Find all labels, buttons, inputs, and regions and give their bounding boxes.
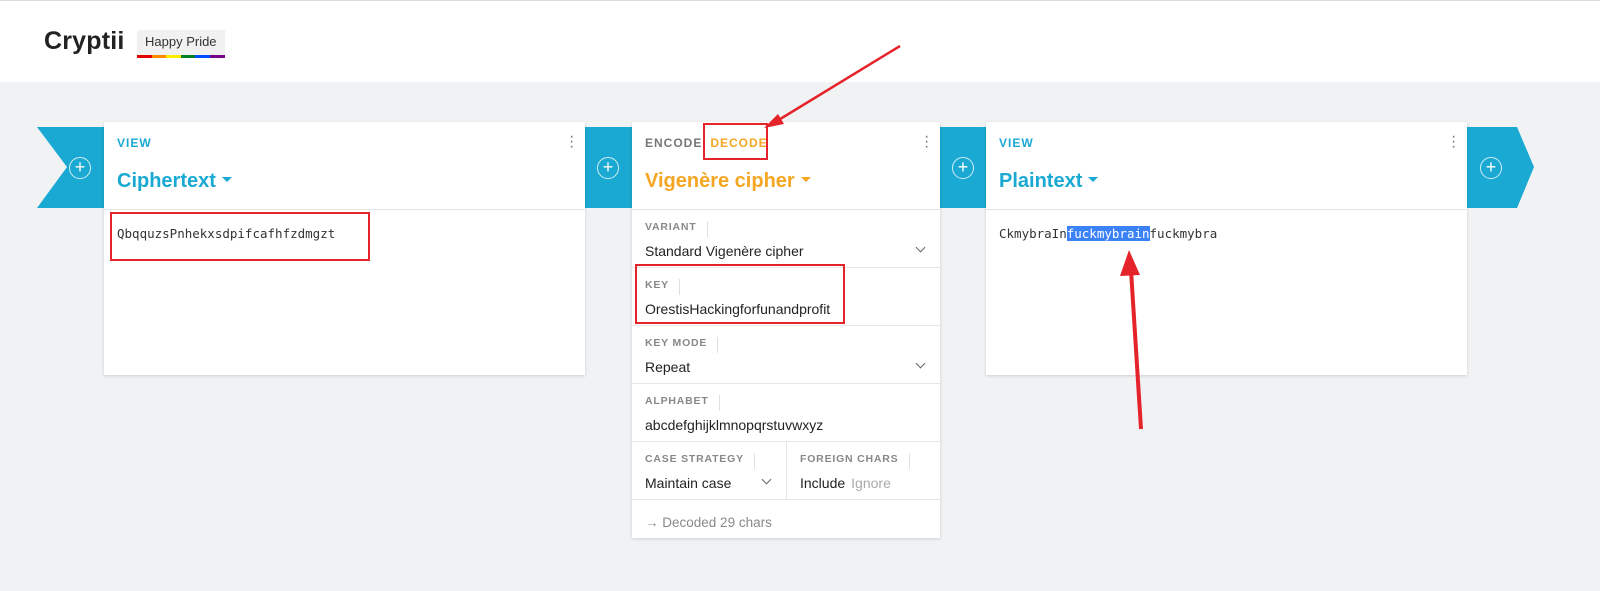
foreign-chars-options: Include Ignore bbox=[800, 475, 891, 491]
brick-selector[interactable]: Plaintext bbox=[999, 170, 1099, 193]
arrow-right-icon: → bbox=[645, 515, 659, 530]
pride-badge[interactable]: Happy Pride bbox=[137, 30, 225, 58]
setting-label: KEY MODE bbox=[645, 337, 719, 353]
tab-encode[interactable]: ENCODE bbox=[645, 136, 702, 150]
setting-value[interactable]: abcdefghijklmnopqrstuvwxyz bbox=[645, 417, 823, 433]
brick-title: Plaintext bbox=[999, 170, 1083, 192]
foreign-chars-toggle: FOREIGN CHARS Include Ignore bbox=[786, 442, 940, 500]
caret-down-icon bbox=[800, 177, 811, 183]
pipeline-workspace: + + + + VIEW · · · Ciphertext QbqquzsPnhek… bbox=[0, 82, 1600, 591]
variant-select[interactable]: VARIANT Standard Vigenère cipher bbox=[632, 210, 940, 268]
brick-title: Vigenère cipher bbox=[645, 170, 795, 192]
plaintext-selection: fuckmybrain bbox=[1066, 226, 1150, 241]
more-vert-icon[interactable]: · · · bbox=[569, 129, 574, 155]
brick-title: Ciphertext bbox=[117, 170, 216, 192]
setting-label: VARIANT bbox=[645, 221, 708, 237]
add-encoder-icon[interactable]: + bbox=[952, 157, 974, 179]
annotation-box-key bbox=[635, 264, 845, 324]
status-text: → Decoded 29 chars bbox=[645, 515, 772, 530]
chevron-down-icon bbox=[761, 474, 772, 485]
chevron-down-icon bbox=[915, 358, 926, 369]
brick-selector[interactable]: Vigenère cipher bbox=[645, 170, 811, 193]
caret-down-icon bbox=[1088, 177, 1099, 183]
setting-value: Maintain case bbox=[645, 475, 732, 491]
brick-selector[interactable]: Ciphertext bbox=[117, 170, 232, 193]
plaintext-view-card: VIEW · · · Plaintext CkmybraInfuckmybrainf… bbox=[986, 122, 1467, 375]
add-encoder-icon[interactable]: + bbox=[1480, 157, 1502, 179]
option-include[interactable]: Include bbox=[800, 475, 845, 491]
plaintext-output[interactable]: CkmybraInfuckmybrainfuckmybra bbox=[999, 226, 1217, 241]
setting-label: ALPHABET bbox=[645, 395, 720, 411]
card-header: VIEW · · · Plaintext bbox=[986, 122, 1467, 210]
tab-view[interactable]: VIEW bbox=[117, 136, 152, 150]
case-strategy-select[interactable]: CASE STRATEGY Maintain case bbox=[632, 442, 786, 500]
card-tabs: VIEW bbox=[117, 136, 160, 150]
setting-label: FOREIGN CHARS bbox=[800, 453, 910, 469]
tab-view[interactable]: VIEW bbox=[999, 136, 1034, 150]
more-vert-icon[interactable]: · · · bbox=[1451, 129, 1456, 155]
app-logo[interactable]: Cryptii bbox=[44, 27, 125, 56]
setting-value: Standard Vigenère cipher bbox=[645, 243, 804, 259]
chevron-down-icon bbox=[915, 242, 926, 253]
card-header: ENCODE DECODE · · · Vigenère cipher bbox=[632, 122, 940, 210]
setting-value: Repeat bbox=[645, 359, 691, 375]
card-tabs: VIEW bbox=[999, 136, 1042, 150]
setting-label: CASE STRATEGY bbox=[645, 453, 755, 469]
plaintext-after: fuckmybra bbox=[1149, 226, 1218, 241]
annotation-box-ciphertext bbox=[110, 212, 370, 261]
pride-badge-label: Happy Pride bbox=[145, 34, 217, 49]
case-foreign-row: CASE STRATEGY Maintain case FOREIGN CHAR… bbox=[632, 442, 940, 500]
card-header: VIEW · · · Ciphertext bbox=[104, 122, 585, 210]
add-encoder-icon[interactable]: + bbox=[597, 157, 619, 179]
more-vert-icon[interactable]: · · · bbox=[924, 129, 929, 155]
pride-stripe bbox=[137, 55, 225, 58]
app-header: Cryptii Happy Pride bbox=[0, 0, 1600, 82]
option-ignore[interactable]: Ignore bbox=[851, 475, 891, 491]
alphabet-field[interactable]: ALPHABET abcdefghijklmnopqrstuvwxyz bbox=[632, 384, 940, 442]
vigenere-cipher-card: ENCODE DECODE · · · Vigenère cipher VARIANT… bbox=[632, 122, 940, 538]
key-mode-select[interactable]: KEY MODE Repeat bbox=[632, 326, 940, 384]
add-encoder-icon[interactable]: + bbox=[69, 157, 91, 179]
plaintext-before: CkmybraIn bbox=[999, 226, 1067, 241]
caret-down-icon bbox=[221, 177, 232, 183]
annotation-box-decode bbox=[703, 123, 768, 160]
status-bar: → Decoded 29 chars bbox=[632, 500, 940, 558]
status-label: Decoded 29 chars bbox=[662, 515, 772, 530]
